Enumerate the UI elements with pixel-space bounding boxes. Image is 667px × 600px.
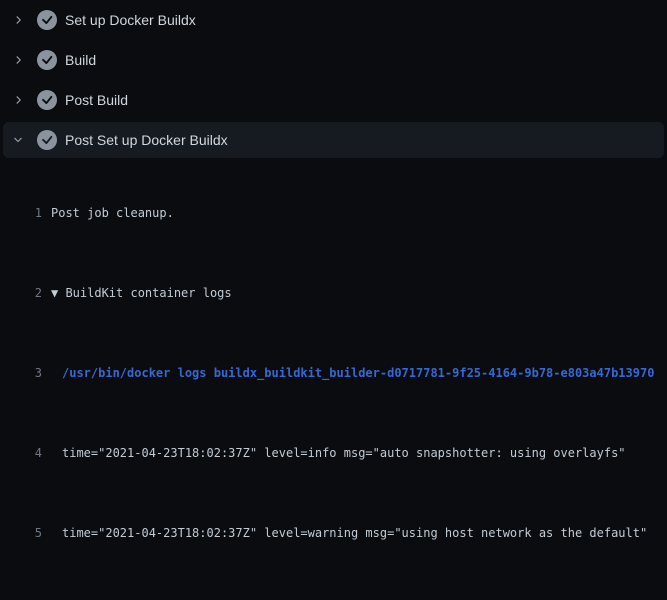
log-line: 4 time="2021-04-23T18:02:37Z" level=info…	[0, 443, 667, 463]
log-line-number[interactable]: 4	[0, 443, 42, 463]
log-line-text: time="2021-04-23T18:02:37Z" level=warnin…	[42, 523, 647, 543]
log-line: 1 Post job cleanup.	[0, 203, 667, 223]
step-row-0[interactable]: Set up Docker Buildx	[0, 0, 667, 40]
log-line-number[interactable]: 1	[0, 203, 42, 223]
steps-list: Set up Docker Buildx Build Post Build Po…	[0, 0, 667, 158]
chevron-right-icon	[12, 92, 24, 108]
step-label: Post Build	[65, 92, 128, 108]
group-caret-icon[interactable]: ▼	[51, 286, 65, 300]
step-label: Set up Docker Buildx	[65, 12, 196, 28]
group-label[interactable]: BuildKit container logs	[65, 286, 231, 300]
log-line: 5 time="2021-04-23T18:02:37Z" level=warn…	[0, 523, 667, 543]
step-row-1[interactable]: Build	[0, 40, 667, 80]
log-panel: 1 Post job cleanup. 2 ▼ BuildKit contain…	[0, 160, 667, 600]
log-line-text: ▼ BuildKit container logs	[42, 283, 232, 303]
log-line-text: time="2021-04-23T18:02:37Z" level=info m…	[42, 443, 626, 463]
log-line-text: Post job cleanup.	[42, 203, 174, 223]
check-circle-icon	[37, 50, 57, 70]
check-circle-icon	[37, 130, 57, 150]
check-circle-icon	[37, 90, 57, 110]
log-line-number[interactable]: 3	[0, 363, 42, 383]
log-command-text: /usr/bin/docker logs buildx_buildkit_bui…	[42, 363, 654, 383]
chevron-right-icon	[12, 52, 24, 68]
step-row-2[interactable]: Post Build	[0, 80, 667, 120]
step-row-3[interactable]: Post Set up Docker Buildx	[3, 122, 664, 158]
log-line-number[interactable]: 2	[0, 283, 42, 303]
chevron-right-icon	[12, 12, 24, 28]
step-label: Build	[65, 52, 96, 68]
log-line: 2 ▼ BuildKit container logs	[0, 283, 667, 303]
log-line: 3 /usr/bin/docker logs buildx_buildkit_b…	[0, 363, 667, 383]
check-circle-icon	[37, 10, 57, 30]
chevron-down-icon	[12, 132, 24, 148]
step-label: Post Set up Docker Buildx	[65, 132, 228, 148]
log-line-number[interactable]: 5	[0, 523, 42, 543]
